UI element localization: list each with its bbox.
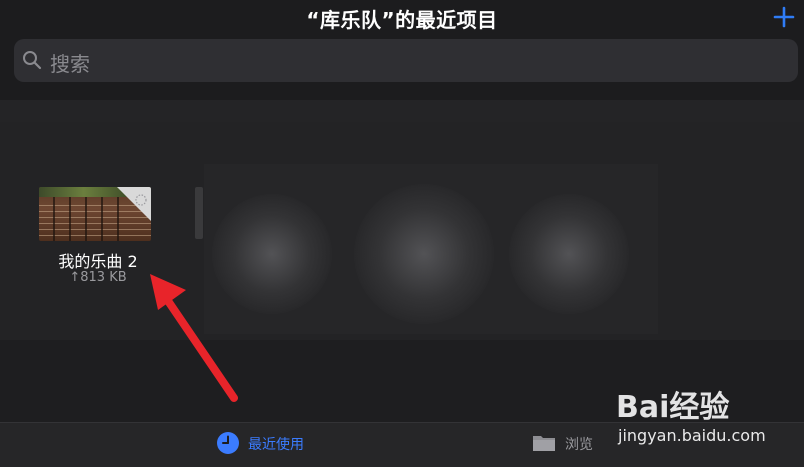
cloud-sync-icon [135,194,147,206]
plus-icon[interactable] [770,3,798,31]
page-title: “库乐队”的最近项目 [306,8,498,32]
tab-browse-label: 浏览 [565,437,593,453]
search-icon [23,51,42,70]
file-thumbnail-edge [195,187,203,239]
guitar-fretboard-thumbnail [39,187,151,241]
file-item[interactable]: 我的乐曲 2 ↑813 KB [36,184,156,292]
baidu-jingyan-watermark: Bai经验 jingyan.baidu.com [616,382,796,452]
app-window: “库乐队”的最近项目 搜索 我的乐曲 2 ↑813 KB 最近使用 浏览 Bai… [0,0,804,467]
blurred-files-placeholder [204,164,658,334]
watermark-url: jingyan.baidu.com [618,426,766,445]
search-input[interactable]: 搜索 [50,48,90,77]
tab-recent-label: 最近使用 [248,437,304,453]
red-arrow-annotation [150,274,238,402]
search-bar[interactable]: 搜索 [14,39,798,82]
clock-icon [217,432,239,454]
file-name: 我的乐曲 2 [58,252,138,271]
blurred-item [354,184,494,324]
section-divider [0,100,804,122]
blurred-item [509,194,629,314]
watermark-logo: Bai经验 [616,390,730,425]
folder-icon [533,436,555,451]
header: “库乐队”的最近项目 搜索 [0,0,804,100]
